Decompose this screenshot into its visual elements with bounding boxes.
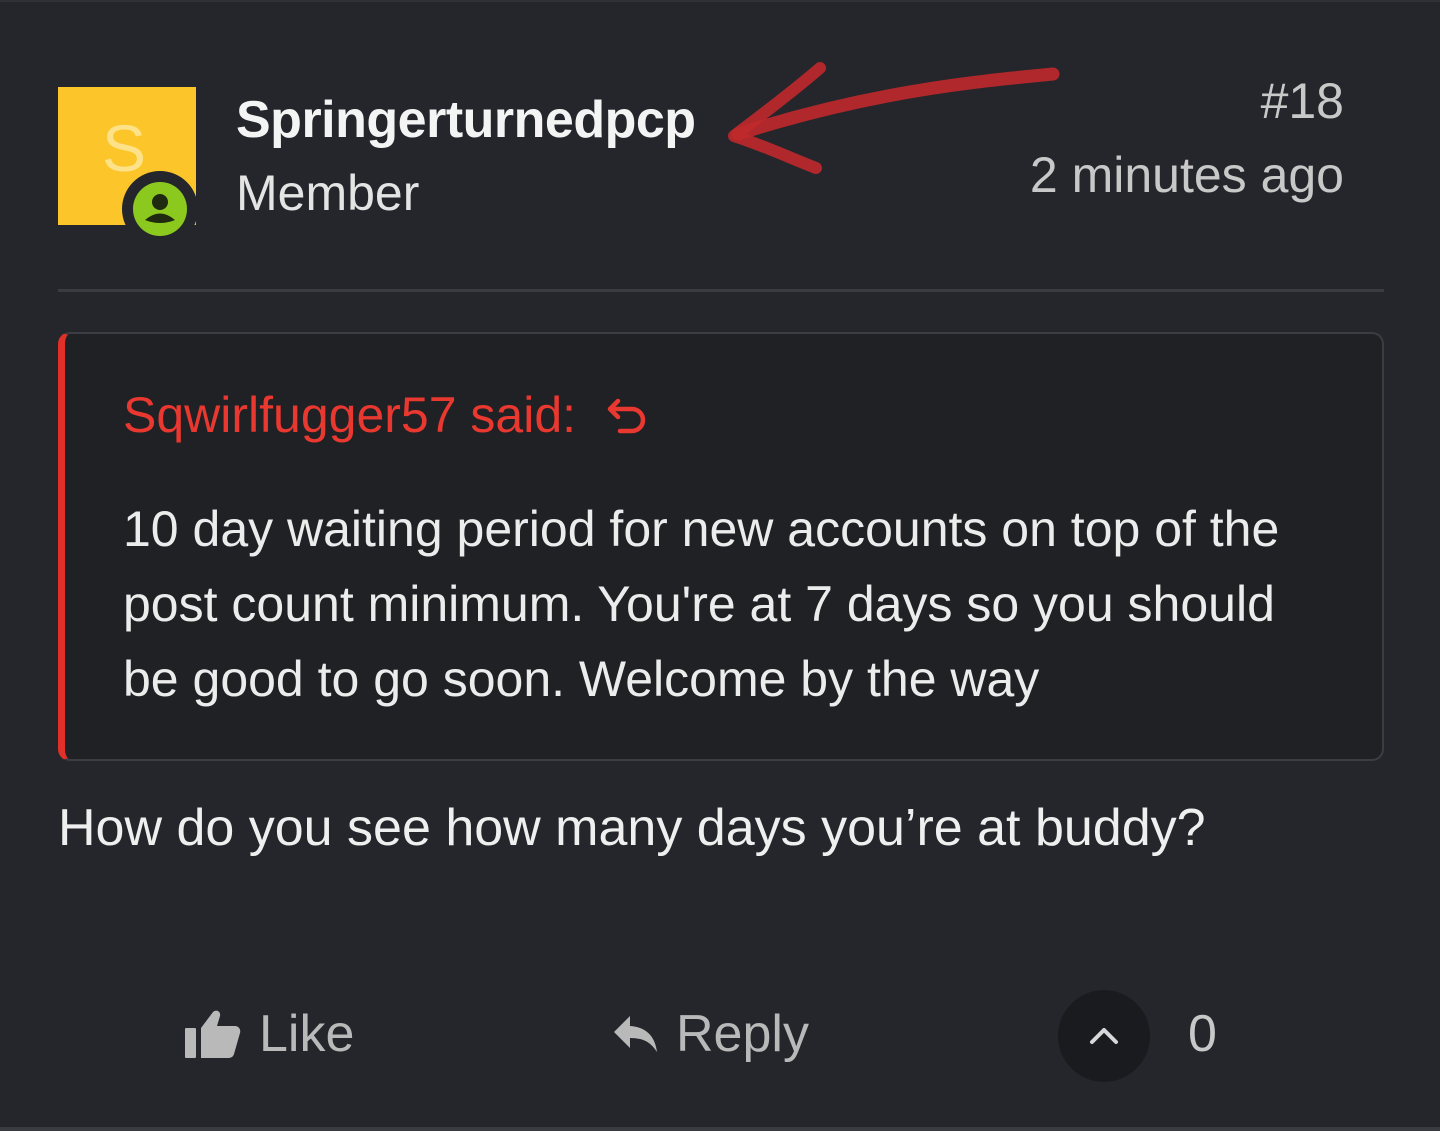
vote-count: 0 — [1188, 1005, 1217, 1063]
reply-label: Reply — [676, 1005, 809, 1063]
author-username[interactable]: Springerturnedpcp — [236, 90, 696, 150]
chevron-up-icon — [1090, 1028, 1118, 1044]
reply-button[interactable]: Reply — [612, 1004, 809, 1064]
avatar[interactable]: S — [58, 87, 198, 247]
post-number-link[interactable]: #18 — [1261, 72, 1344, 130]
thumbs-up-icon — [185, 1010, 241, 1058]
quote-author-label[interactable]: Sqwirlfugger57 said: — [123, 386, 576, 444]
quote-attribution[interactable]: Sqwirlfugger57 said: — [123, 386, 650, 444]
post-timestamp[interactable]: 2 minutes ago — [1030, 146, 1344, 204]
online-status-badge — [122, 171, 198, 247]
like-button[interactable]: Like — [185, 1004, 354, 1064]
online-user-icon — [133, 182, 187, 236]
like-label: Like — [259, 1005, 355, 1063]
avatar-letter: S — [102, 111, 147, 185]
header-divider — [58, 289, 1384, 292]
post-message: How do you see how many days you’re at b… — [58, 799, 1206, 857]
reply-arrow-icon — [614, 1016, 657, 1052]
red-hand-drawn-arrow-icon — [728, 62, 1060, 174]
upvote-button[interactable] — [1058, 990, 1150, 1082]
undo-arrow-icon[interactable] — [606, 393, 650, 437]
forum-post: S Springerturnedpcp Member #18 2 minutes… — [0, 0, 1440, 1131]
quote-block: Sqwirlfugger57 said: 10 day waiting peri… — [58, 332, 1384, 761]
author-title: Member — [236, 165, 420, 221]
quote-text: 10 day waiting period for new accounts o… — [123, 501, 1280, 707]
